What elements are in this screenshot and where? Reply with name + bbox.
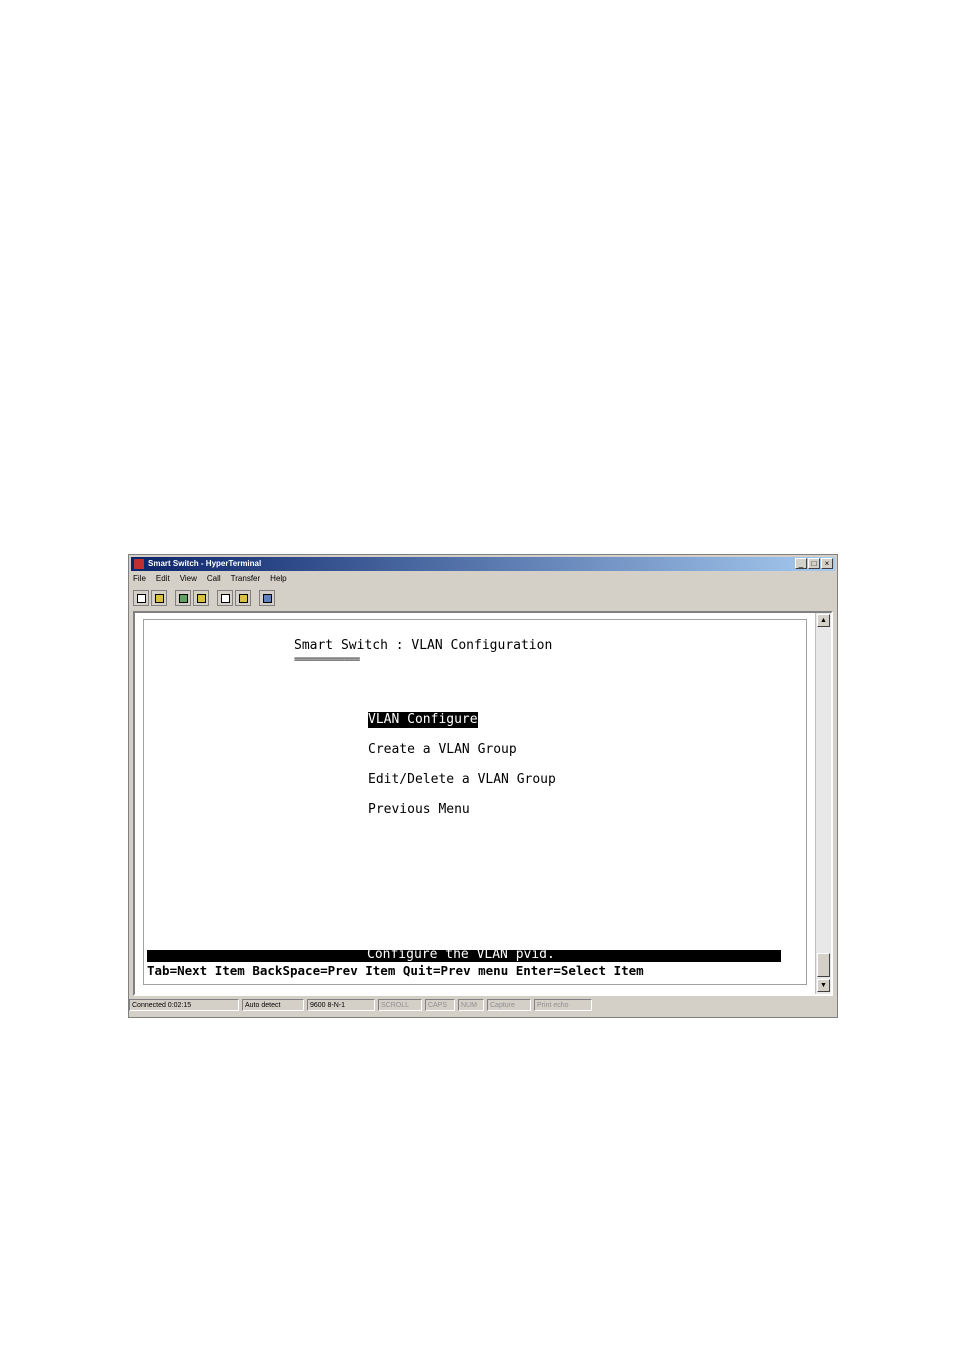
- window-status-bar: Connected 0:02:15 Auto detect 9600 8-N-1…: [129, 999, 835, 1015]
- send-icon: [220, 593, 230, 603]
- new-document-button[interactable]: [133, 590, 149, 606]
- status-connected: Connected 0:02:15: [129, 999, 239, 1011]
- scroll-down-button[interactable]: ▼: [817, 979, 830, 992]
- disconnect-button[interactable]: [193, 590, 209, 606]
- menu-call[interactable]: Call: [207, 573, 221, 585]
- menu-file[interactable]: File: [133, 573, 146, 585]
- status-capture: Capture: [487, 999, 531, 1011]
- properties-icon: [262, 593, 272, 603]
- dial-button[interactable]: [175, 590, 191, 606]
- vertical-scrollbar[interactable]: ▲ ▼: [815, 613, 831, 994]
- status-caps: CAPS: [425, 999, 455, 1011]
- menu-item-vlan-configure[interactable]: VLAN Configure: [368, 712, 478, 728]
- heading-underline: =============: [294, 654, 360, 665]
- window-title: Smart Switch - HyperTerminal: [148, 559, 262, 568]
- receive-button[interactable]: [235, 590, 251, 606]
- close-button[interactable]: ×: [821, 558, 833, 569]
- minimize-button[interactable]: _: [795, 558, 807, 569]
- help-line: Tab=Next Item BackSpace=Prev Item Quit=P…: [147, 963, 644, 978]
- open-button[interactable]: [151, 590, 167, 606]
- toolbar: [133, 588, 277, 608]
- scroll-up-button[interactable]: ▲: [817, 614, 830, 627]
- hyperterminal-window: Smart Switch - HyperTerminal _ □ × File …: [128, 554, 838, 1018]
- status-scroll: SCROLL: [378, 999, 422, 1011]
- scroll-thumb[interactable]: [817, 953, 830, 977]
- dial-icon: [178, 593, 188, 603]
- disconnect-icon: [196, 593, 206, 603]
- open-icon: [154, 593, 164, 603]
- menu-item-edit-delete-vlan-group[interactable]: Edit/Delete a VLAN Group: [368, 772, 556, 788]
- menu-view[interactable]: View: [180, 573, 197, 585]
- title-bar[interactable]: Smart Switch - HyperTerminal _ □ ×: [131, 557, 835, 571]
- status-num: NUM: [458, 999, 484, 1011]
- status-message: Configure the VLAN pvid.: [367, 947, 555, 962]
- menu-item-previous-menu[interactable]: Previous Menu: [368, 802, 470, 818]
- menu-item-create-vlan-group[interactable]: Create a VLAN Group: [368, 742, 517, 758]
- menu-transfer[interactable]: Transfer: [231, 573, 261, 585]
- maximize-button[interactable]: □: [808, 558, 820, 569]
- status-settings: 9600 8-N-1: [307, 999, 375, 1011]
- status-print-echo: Print echo: [534, 999, 592, 1011]
- terminal-screen[interactable]: Smart Switch : VLAN Configuration ======…: [143, 619, 807, 985]
- status-detect: Auto detect: [242, 999, 304, 1011]
- properties-button[interactable]: [259, 590, 275, 606]
- menu-edit[interactable]: Edit: [156, 573, 170, 585]
- receive-icon: [238, 593, 248, 603]
- send-button[interactable]: [217, 590, 233, 606]
- menu-help[interactable]: Help: [270, 573, 286, 585]
- status-message-bar: Configure the VLAN pvid.: [147, 947, 781, 962]
- terminal-frame: Smart Switch : VLAN Configuration ======…: [133, 611, 833, 996]
- hyperterminal-app-icon: [134, 559, 144, 569]
- new-document-icon: [136, 593, 146, 603]
- menu-bar: File Edit View Call Transfer Help: [133, 573, 297, 585]
